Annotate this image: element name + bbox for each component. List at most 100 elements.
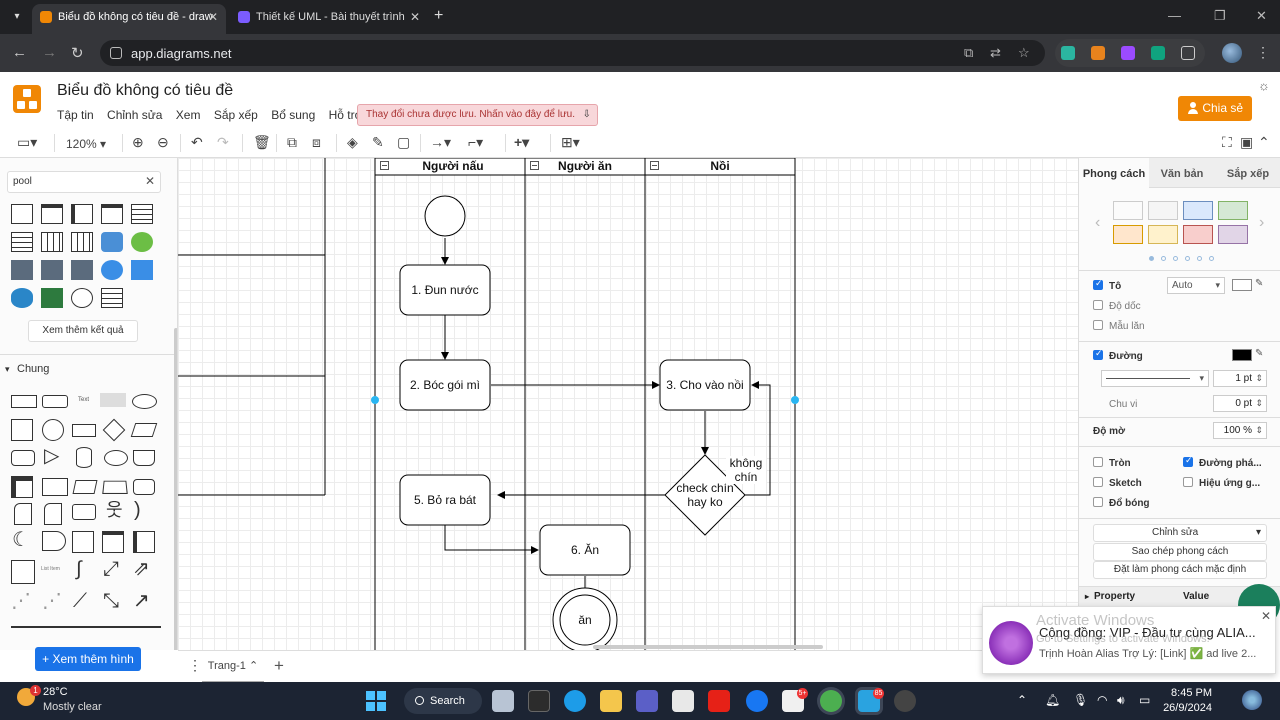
zoom-level[interactable]: 120% ▾ — [66, 137, 106, 151]
list-item-label-icon[interactable]: List Item — [41, 566, 60, 572]
notifications-bell-icon[interactable]: 🔔︎ — [1045, 693, 1060, 707]
delay-shape-icon[interactable] — [42, 531, 66, 551]
rectangle-shape-icon[interactable] — [11, 395, 37, 408]
tab-style[interactable]: Phong cách — [1079, 158, 1149, 188]
style-swatch[interactable] — [1218, 225, 1248, 244]
parallelogram-shape-icon[interactable] — [130, 423, 158, 437]
edge-5-to-6[interactable] — [444, 525, 539, 554]
style-swatch[interactable] — [1183, 201, 1213, 220]
style-swatch[interactable] — [1113, 225, 1143, 244]
or-shape-icon[interactable]: ) — [134, 500, 141, 520]
zoom-out-icon[interactable]: ⊖ — [157, 134, 169, 150]
fill-checkbox[interactable] — [1093, 278, 1103, 290]
line-pattern-select[interactable] — [1101, 370, 1209, 387]
list-item-shape-icon[interactable] — [11, 560, 35, 584]
folder-icon[interactable] — [131, 260, 153, 280]
money-icon[interactable] — [41, 288, 63, 308]
cloud-shape-icon[interactable] — [104, 450, 128, 466]
tape-shape-icon[interactable] — [133, 479, 155, 495]
network-icon[interactable] — [131, 232, 153, 252]
fill-type-select[interactable]: Auto — [1167, 277, 1225, 294]
menu-arrange[interactable]: Sắp xếp — [214, 108, 258, 122]
to-back-icon[interactable]: ⧈ — [312, 134, 321, 150]
container-shape-icon[interactable] — [102, 531, 124, 553]
section-general[interactable]: Chung — [0, 354, 177, 383]
window-close-icon[interactable]: ✕ — [1256, 8, 1267, 24]
heading-shape-icon[interactable] — [100, 393, 126, 407]
next-styles-icon[interactable]: › — [1259, 214, 1264, 232]
pool-shape-icon[interactable] — [71, 204, 93, 224]
eyedropper-icon[interactable]: ✎ — [1255, 278, 1263, 289]
square-shape-icon[interactable] — [11, 419, 33, 441]
style-swatch[interactable] — [1113, 201, 1143, 220]
actor-shape-icon[interactable]: 웃 — [106, 500, 123, 520]
task-view-icon[interactable] — [492, 690, 514, 712]
fullscreen-icon[interactable]: ⛶ — [1222, 134, 1232, 150]
table-icon[interactable]: ⊞▾ — [561, 134, 580, 150]
cylinder-shape-icon[interactable] — [76, 447, 92, 468]
page-dot[interactable] — [1149, 256, 1154, 261]
dev-home-icon[interactable] — [528, 690, 550, 712]
weather-condition[interactable]: Mostly clear — [43, 701, 102, 713]
curve-shape-icon[interactable]: ∫ — [76, 558, 81, 580]
extension-icon[interactable] — [1121, 46, 1135, 60]
microphone-icon[interactable]: 🎙︎ — [1073, 693, 1088, 707]
orthogonal-checkbox[interactable] — [1183, 455, 1193, 467]
shadow-icon[interactable]: ▢ — [397, 134, 410, 150]
list-icon[interactable] — [101, 288, 123, 308]
page-dot[interactable] — [1197, 256, 1202, 261]
triangle-shape-icon[interactable]: ▷ — [44, 446, 59, 466]
menu-file[interactable]: Tập tin — [57, 108, 94, 122]
show-hidden-icons[interactable]: ⌃ — [1017, 693, 1027, 707]
canvas-horizontal-scrollbar[interactable] — [593, 645, 823, 649]
collapse-lane-icon[interactable] — [650, 161, 659, 170]
pool-lanes-icon[interactable] — [11, 232, 33, 252]
menu-view[interactable]: Xem — [176, 108, 201, 122]
unsaved-changes-notice[interactable]: Thay đổi chưa được lưu. Nhấn vào đây để … — [357, 104, 598, 126]
battery-icon[interactable]: ▭ — [1139, 693, 1150, 707]
reload-icon[interactable]: ↻ — [71, 44, 84, 62]
line-shape-icon[interactable]: ⟋ — [73, 590, 87, 612]
site-info-icon[interactable] — [110, 47, 122, 59]
start-node[interactable] — [424, 195, 466, 237]
hexagon-shape-icon[interactable] — [11, 450, 35, 466]
gauge-icon[interactable] — [71, 288, 93, 308]
store-icon[interactable] — [672, 690, 694, 712]
insert-icon[interactable]: +▾ — [514, 134, 529, 150]
bidirectional-arrow-icon[interactable]: ⤢ — [103, 558, 119, 580]
and-shape-icon[interactable]: ☾ — [12, 530, 30, 550]
pool-shape-icon[interactable] — [41, 204, 63, 224]
step-shape-icon[interactable] — [72, 480, 98, 494]
cube-shape-icon[interactable] — [42, 478, 68, 496]
browser-menu-icon[interactable]: ⋮ — [1256, 44, 1270, 61]
circle-shape-icon[interactable] — [42, 419, 64, 441]
theme-toggle-icon[interactable]: ☼ — [1258, 78, 1270, 93]
notification-close-icon[interactable]: ✕ — [1261, 609, 1271, 623]
more-results-button[interactable]: Xem thêm kết quả — [28, 320, 138, 342]
fill-color-picker[interactable] — [1232, 279, 1252, 291]
pool-lanes-icon[interactable] — [71, 232, 93, 252]
lane-title-cook[interactable]: Người nấu — [388, 159, 518, 173]
set-default-style-button[interactable]: Đặt làm phong cách mặc định — [1093, 561, 1267, 579]
chrome-icon[interactable] — [820, 690, 842, 712]
server-pool-icon[interactable] — [11, 260, 33, 280]
clear-search-icon[interactable]: ✕ — [145, 174, 155, 188]
delete-icon[interactable]: 🗑 — [253, 134, 271, 150]
volume-icon[interactable]: 🔊︎ — [1117, 693, 1125, 708]
sketch-checkbox[interactable] — [1093, 477, 1103, 487]
browser-tab-active[interactable]: Biểu đồ không có tiêu đề - draw ✕ — [32, 4, 226, 34]
pages-menu-icon[interactable]: ⋮ — [188, 657, 202, 674]
diagram-canvas[interactable]: Người nấu Người ăn Nồi 1. Đun nước 2. Bó… — [178, 158, 1078, 650]
minimize-icon[interactable]: — — [1168, 8, 1181, 23]
edge-label[interactable]: không chín — [726, 456, 766, 484]
square-shape-icon[interactable] — [72, 531, 94, 553]
server-pool-icon[interactable] — [71, 260, 93, 280]
zoom-in-icon[interactable]: ⊕ — [132, 134, 144, 150]
cloud-pool-icon[interactable] — [101, 232, 123, 252]
card-shape-icon[interactable] — [44, 503, 62, 525]
resize-handle[interactable] — [791, 396, 799, 404]
process-shape-icon[interactable] — [72, 424, 96, 437]
document-title[interactable]: Biểu đồ không có tiêu đề — [57, 82, 233, 100]
tab-search-button[interactable]: ▾ — [8, 8, 26, 26]
tab-close-icon[interactable]: ✕ — [208, 4, 218, 30]
